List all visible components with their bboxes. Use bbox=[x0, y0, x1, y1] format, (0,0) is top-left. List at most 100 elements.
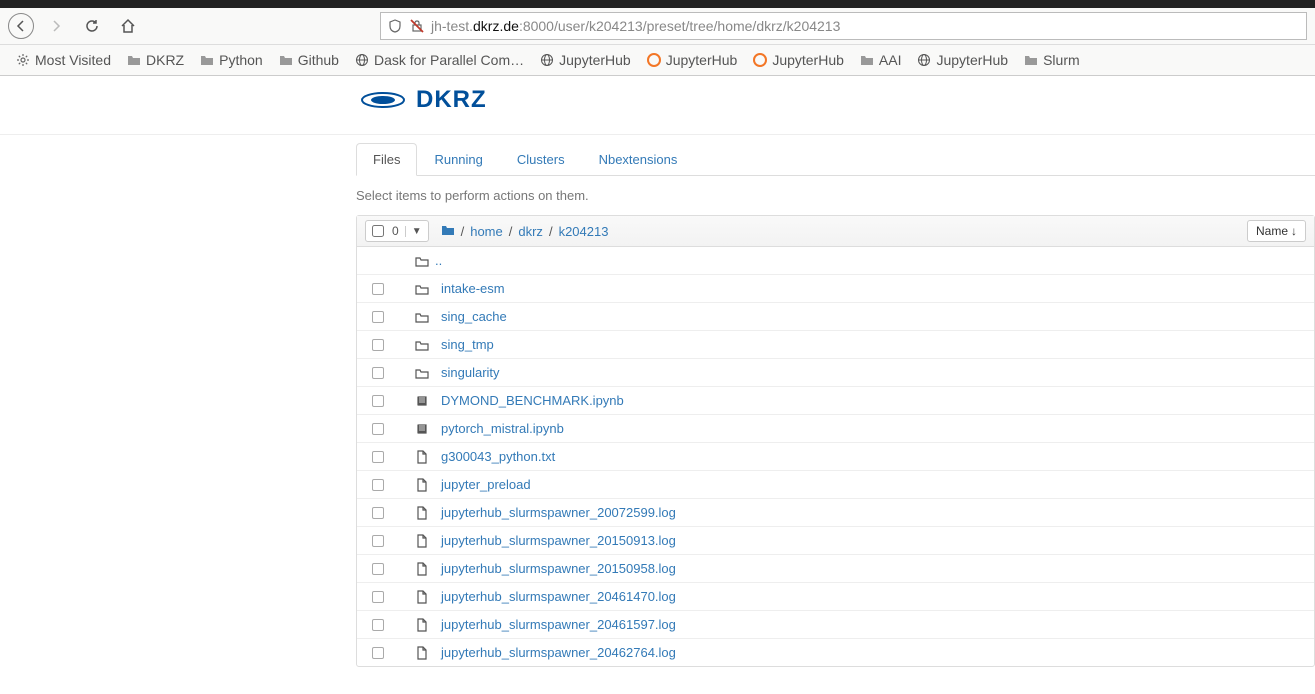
folder-icon bbox=[409, 282, 435, 296]
file-icon bbox=[409, 590, 435, 604]
back-button[interactable] bbox=[8, 13, 34, 39]
url-domain: dkrz.de bbox=[473, 18, 519, 34]
file-checkbox[interactable] bbox=[372, 311, 384, 323]
folder-icon bbox=[409, 338, 435, 352]
folder-icon bbox=[200, 53, 214, 67]
globe-icon bbox=[917, 53, 931, 67]
file-checkbox[interactable] bbox=[372, 395, 384, 407]
dkrz-logo-icon bbox=[360, 87, 406, 113]
bookmark-item[interactable]: JupyterHub bbox=[911, 49, 1014, 71]
breadcrumb-separator: / bbox=[549, 224, 553, 239]
breadcrumb-segment[interactable]: dkrz bbox=[518, 224, 543, 239]
url-input[interactable]: jh-test.dkrz.de:8000/user/k204213/preset… bbox=[431, 18, 1300, 34]
file-name-link[interactable]: jupyterhub_slurmspawner_20461470.log bbox=[441, 589, 676, 604]
select-all-checkbox[interactable] bbox=[372, 225, 384, 237]
tab-running[interactable]: Running bbox=[417, 143, 499, 176]
url-prefix: jh-test. bbox=[431, 18, 473, 34]
logo-text: DKRZ bbox=[416, 86, 487, 114]
bookmark-label: Most Visited bbox=[35, 52, 111, 68]
reload-button[interactable] bbox=[78, 12, 106, 40]
bookmark-item[interactable]: Slurm bbox=[1018, 49, 1086, 71]
file-name-link[interactable]: jupyterhub_slurmspawner_20072599.log bbox=[441, 505, 676, 520]
shield-icon[interactable] bbox=[387, 18, 403, 34]
file-list: 0 ▼ /home/dkrz/k204213 Name ↓ ..intake-e… bbox=[356, 215, 1315, 667]
folder-icon bbox=[127, 53, 141, 67]
lock-crossed-icon[interactable] bbox=[409, 18, 425, 34]
tabs-row: FilesRunningClustersNbextensions bbox=[356, 143, 1315, 176]
tab-nbextensions[interactable]: Nbextensions bbox=[582, 143, 695, 176]
file-name-link[interactable]: singularity bbox=[441, 365, 500, 380]
file-checkbox[interactable] bbox=[372, 283, 384, 295]
forward-button[interactable] bbox=[42, 12, 70, 40]
file-checkbox[interactable] bbox=[372, 535, 384, 547]
tab-clusters[interactable]: Clusters bbox=[500, 143, 582, 176]
file-checkbox[interactable] bbox=[372, 507, 384, 519]
breadcrumb-segment[interactable]: k204213 bbox=[559, 224, 609, 239]
file-row: jupyterhub_slurmspawner_20072599.log bbox=[357, 499, 1314, 527]
file-row: sing_cache bbox=[357, 303, 1314, 331]
file-checkbox[interactable] bbox=[372, 619, 384, 631]
file-icon bbox=[409, 618, 435, 632]
folder-icon bbox=[409, 310, 435, 324]
file-name-link[interactable]: jupyterhub_slurmspawner_20462764.log bbox=[441, 645, 676, 660]
folder-icon bbox=[1024, 53, 1038, 67]
file-row: jupyterhub_slurmspawner_20461597.log bbox=[357, 611, 1314, 639]
folder-icon bbox=[409, 254, 435, 268]
file-name-link[interactable]: jupyterhub_slurmspawner_20150913.log bbox=[441, 533, 676, 548]
file-checkbox[interactable] bbox=[372, 591, 384, 603]
file-name-link[interactable]: sing_tmp bbox=[441, 337, 494, 352]
logo-container[interactable]: DKRZ bbox=[360, 86, 487, 114]
chevron-down-icon[interactable]: ▼ bbox=[405, 226, 422, 237]
breadcrumb-segment[interactable]: home bbox=[470, 224, 503, 239]
file-name-link[interactable]: .. bbox=[435, 253, 442, 268]
file-icon bbox=[409, 450, 435, 464]
file-checkbox[interactable] bbox=[372, 451, 384, 463]
sort-button[interactable]: Name ↓ bbox=[1247, 220, 1306, 242]
bookmark-item[interactable]: AAI bbox=[854, 49, 908, 71]
bookmark-item[interactable]: JupyterHub bbox=[747, 49, 850, 71]
file-checkbox[interactable] bbox=[372, 367, 384, 379]
arrow-down-icon: ↓ bbox=[1291, 224, 1297, 238]
file-row: jupyterhub_slurmspawner_20461470.log bbox=[357, 583, 1314, 611]
file-name-link[interactable]: pytorch_mistral.ipynb bbox=[441, 421, 564, 436]
bookmark-label: JupyterHub bbox=[666, 52, 738, 68]
action-hint: Select items to perform actions on them. bbox=[356, 176, 1315, 215]
home-icon bbox=[120, 18, 136, 34]
folder-root-icon[interactable] bbox=[441, 223, 455, 240]
file-icon bbox=[409, 478, 435, 492]
bookmark-label: JupyterHub bbox=[559, 52, 631, 68]
bookmark-item[interactable]: JupyterHub bbox=[534, 49, 637, 71]
file-checkbox[interactable] bbox=[372, 423, 384, 435]
bookmark-item[interactable]: Most Visited bbox=[10, 49, 117, 71]
select-count: 0 bbox=[392, 224, 399, 238]
file-name-link[interactable]: sing_cache bbox=[441, 309, 507, 324]
file-checkbox[interactable] bbox=[372, 479, 384, 491]
file-name-link[interactable]: g300043_python.txt bbox=[441, 449, 555, 464]
bookmark-item[interactable]: Python bbox=[194, 49, 269, 71]
file-name-link[interactable]: intake-esm bbox=[441, 281, 505, 296]
file-row: jupyterhub_slurmspawner_20150913.log bbox=[357, 527, 1314, 555]
file-checkbox[interactable] bbox=[372, 563, 384, 575]
breadcrumb-separator: / bbox=[461, 224, 465, 239]
jupyter-file-browser: FilesRunningClustersNbextensions Select … bbox=[356, 143, 1315, 667]
bookmark-item[interactable]: Github bbox=[273, 49, 345, 71]
file-name-link[interactable]: DYMOND_BENCHMARK.ipynb bbox=[441, 393, 624, 408]
file-row: .. bbox=[357, 247, 1314, 275]
file-checkbox[interactable] bbox=[372, 647, 384, 659]
file-checkbox[interactable] bbox=[372, 339, 384, 351]
tab-files[interactable]: Files bbox=[356, 143, 417, 176]
home-button[interactable] bbox=[114, 12, 142, 40]
bookmark-item[interactable]: JupyterHub bbox=[641, 49, 744, 71]
file-name-link[interactable]: jupyterhub_slurmspawner_20461597.log bbox=[441, 617, 676, 632]
globe-icon bbox=[540, 53, 554, 67]
select-all-control[interactable]: 0 ▼ bbox=[365, 220, 429, 242]
browser-chrome: jh-test.dkrz.de:8000/user/k204213/preset… bbox=[0, 0, 1315, 76]
bookmark-item[interactable]: DKRZ bbox=[121, 49, 190, 71]
bookmark-label: DKRZ bbox=[146, 52, 184, 68]
window-title-bar bbox=[0, 0, 1315, 8]
file-name-link[interactable]: jupyterhub_slurmspawner_20150958.log bbox=[441, 561, 676, 576]
file-row: g300043_python.txt bbox=[357, 443, 1314, 471]
bookmark-item[interactable]: Dask for Parallel Com… bbox=[349, 49, 530, 71]
file-name-link[interactable]: jupyter_preload bbox=[441, 477, 531, 492]
file-row: pytorch_mistral.ipynb bbox=[357, 415, 1314, 443]
